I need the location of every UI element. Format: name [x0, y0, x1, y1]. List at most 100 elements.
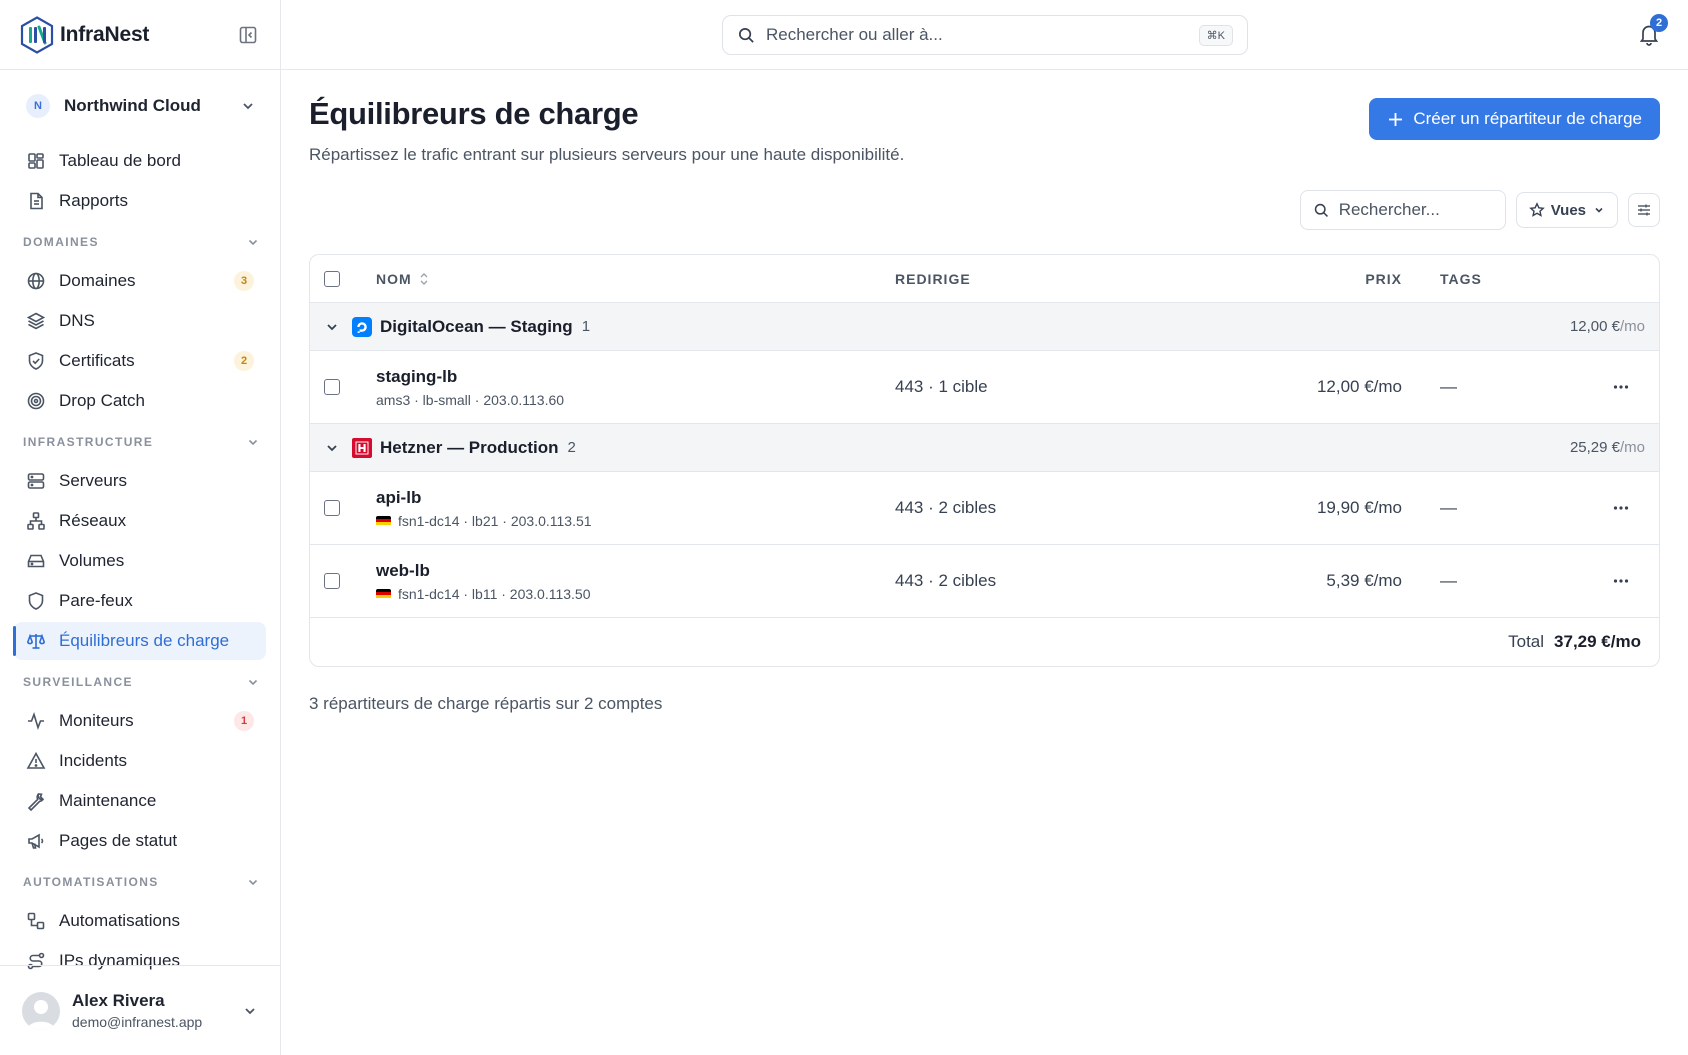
chevron-down-icon	[248, 439, 258, 446]
lb-tags: —	[1440, 498, 1457, 517]
star-icon	[1528, 202, 1545, 217]
wrench-icon	[27, 793, 45, 811]
lb-meta-wrap: fsn1-dc14 · lb11 · 203.0.113.50	[376, 586, 591, 602]
views-label: Vues	[1550, 201, 1586, 219]
sidebar-item-incidents[interactable]: Incidents	[14, 742, 266, 780]
brand-name: InfraNest	[60, 22, 150, 46]
report-icon	[30, 192, 43, 210]
chevron-down-icon[interactable]	[324, 440, 340, 456]
notifications-badge: 2	[1650, 14, 1668, 32]
sidebar-item-dns[interactable]: DNS	[14, 302, 266, 340]
column-header-name[interactable]: NOM	[376, 271, 895, 287]
scale-icon	[26, 633, 46, 649]
notifications-button[interactable]: 2	[1638, 14, 1668, 46]
sidebar-item-dashboard[interactable]: Tableau de bord	[14, 142, 266, 180]
row-checkbox[interactable]	[324, 573, 340, 589]
sidebar-item-firewalls[interactable]: Pare-feux	[14, 582, 266, 620]
germany-flag-icon	[376, 588, 391, 599]
column-header-price: PRIX	[1365, 270, 1402, 287]
sidebar-item-label: Maintenance	[59, 791, 157, 810]
sidebar-item-label: Réseaux	[59, 511, 127, 530]
sidebar-collapse-icon[interactable]	[238, 25, 258, 45]
lb-name[interactable]: web-lb	[376, 561, 430, 581]
sidebar-item-label: Tableau de bord	[59, 151, 181, 170]
sliders-icon	[1638, 204, 1650, 216]
lb-meta: ams3 · lb-small · 203.0.113.60	[376, 391, 565, 408]
sidebar-item-label: Certificats	[59, 351, 135, 370]
group-name: DigitalOcean — Staging	[380, 316, 573, 336]
global-search[interactable]: ⌘K	[722, 15, 1248, 55]
chevron-down-icon	[248, 239, 258, 246]
sidebar-item-label: Pare-feux	[59, 591, 133, 610]
lb-name[interactable]: staging-lb	[376, 367, 457, 387]
workflow-icon	[27, 912, 45, 930]
more-actions-icon[interactable]	[1611, 498, 1631, 518]
create-button-label: Créer un répartiteur de charge	[1413, 109, 1642, 128]
sidebar-item-maintenance[interactable]: Maintenance	[14, 782, 266, 820]
infranest-logo[interactable]	[20, 15, 54, 54]
sidebar-item-status-pages[interactable]: Pages de statut	[14, 822, 266, 860]
brand: InfraNest	[0, 0, 280, 70]
globe-icon	[27, 272, 45, 290]
table-search[interactable]	[1299, 190, 1506, 230]
digitalocean-logo	[352, 316, 372, 337]
certificates-count-badge: 2	[234, 351, 254, 371]
views-dropdown[interactable]: Vues	[1515, 192, 1618, 228]
column-header-tags: TAGS	[1440, 270, 1482, 287]
chevron-down-icon	[1595, 207, 1603, 213]
lb-price: 19,90 €/mo	[1316, 498, 1402, 517]
sidebar-item-networks[interactable]: Réseaux	[14, 502, 266, 540]
global-search-input[interactable]	[766, 25, 1199, 45]
section-automation[interactable]: AUTOMATISATIONS	[0, 862, 280, 902]
create-load-balancer-button[interactable]: Créer un répartiteur de charge	[1369, 98, 1660, 140]
sidebar-item-label: Volumes	[59, 551, 125, 570]
group-row-hetzner[interactable]: Hetzner — Production 2 25,29 €/mo	[310, 424, 1659, 472]
table-row[interactable]: web-lb fsn1-dc14 · lb11 · 203.0.113.50 4…	[310, 545, 1659, 618]
lb-tags: —	[1440, 571, 1457, 590]
sidebar-item-drop-catch[interactable]: Drop Catch	[14, 382, 266, 420]
lb-name[interactable]: api-lb	[376, 488, 421, 508]
chevron-down-icon	[248, 679, 258, 686]
row-checkbox[interactable]	[324, 379, 340, 395]
row-checkbox[interactable]	[324, 500, 340, 516]
chevron-down-icon	[243, 103, 253, 110]
sidebar-item-label: Incidents	[59, 751, 128, 770]
alert-triangle-icon	[26, 751, 46, 769]
section-title: AUTOMATISATIONS	[23, 875, 159, 889]
sidebar-item-certificates[interactable]: Certificats 2	[14, 342, 266, 380]
table-row[interactable]: api-lb fsn1-dc14 · lb21 · 203.0.113.51 4…	[310, 472, 1659, 545]
table-search-input[interactable]	[1338, 200, 1489, 220]
section-infrastructure[interactable]: INFRASTRUCTURE	[0, 422, 280, 462]
lb-price: 12,00 €/mo	[1316, 377, 1402, 396]
load-balancer-table: NOM REDIRIGE PRIX TAGS DigitalOcean — St…	[309, 254, 1660, 667]
column-settings-button[interactable]	[1628, 193, 1660, 227]
sidebar-item-volumes[interactable]: Volumes	[14, 542, 266, 580]
sidebar-item-load-balancers[interactable]: Équilibreurs de charge	[13, 622, 266, 660]
column-header-redirect: REDIRIGE	[895, 270, 971, 287]
plus-icon	[1389, 112, 1403, 126]
user-menu[interactable]: Alex Rivera demo@infranest.app	[0, 965, 280, 1055]
sidebar-item-domains[interactable]: Domaines 3	[14, 262, 266, 300]
table-toolbar: Vues	[1299, 190, 1660, 230]
table-header: NOM REDIRIGE PRIX TAGS	[310, 255, 1659, 303]
select-all-checkbox[interactable]	[324, 270, 340, 287]
group-total: 25,29 €/mo	[1570, 439, 1645, 456]
sidebar-item-reports[interactable]: Rapports	[14, 182, 266, 220]
group-row-digitalocean[interactable]: DigitalOcean — Staging 1 12,00 €/mo	[310, 303, 1659, 351]
sidebar-item-monitors[interactable]: Moniteurs 1	[14, 702, 266, 740]
group-total-value: 12,00 €	[1569, 318, 1620, 335]
more-actions-icon[interactable]	[1611, 571, 1631, 591]
sidebar-item-servers[interactable]: Serveurs	[14, 462, 266, 500]
chevron-down-icon[interactable]	[324, 319, 340, 335]
org-switcher[interactable]: N Northwind Cloud	[0, 70, 280, 142]
section-monitoring[interactable]: SURVEILLANCE	[0, 662, 280, 702]
group-total: 12,00 €/mo	[1570, 318, 1645, 335]
section-domains[interactable]: DOMAINES	[0, 222, 280, 262]
user-email: demo@infranest.app	[72, 1014, 203, 1030]
target-icon	[27, 392, 45, 410]
sidebar-item-automations[interactable]: Automatisations	[14, 902, 266, 940]
more-actions-icon[interactable]	[1611, 377, 1631, 397]
table-row[interactable]: staging-lb ams3 · lb-small · 203.0.113.6…	[310, 351, 1659, 424]
server-icon	[27, 473, 45, 489]
section-title: DOMAINES	[23, 235, 99, 249]
